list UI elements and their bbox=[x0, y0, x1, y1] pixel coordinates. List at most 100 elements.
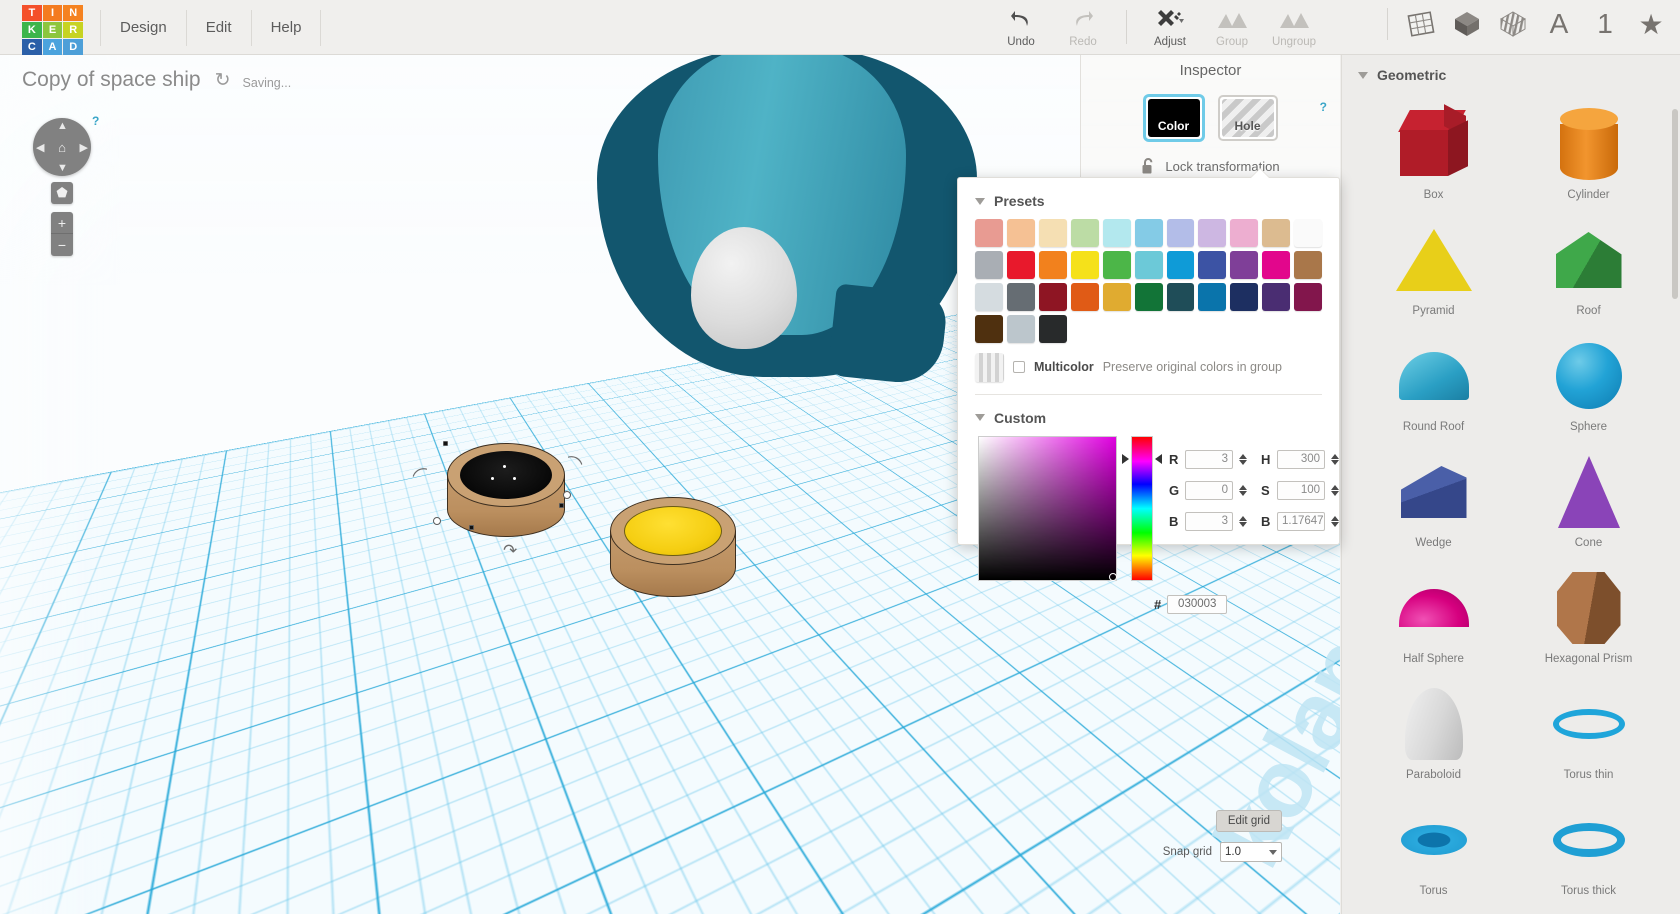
group-button[interactable]: Group bbox=[1201, 4, 1263, 48]
shape-item-box[interactable]: Box bbox=[1356, 91, 1511, 203]
shape-item-hexagonal-prism[interactable]: Hexagonal Prism bbox=[1511, 555, 1666, 667]
shape-item-paraboloid[interactable]: Paraboloid bbox=[1356, 671, 1511, 783]
preset-swatch-0-7[interactable] bbox=[1198, 219, 1227, 247]
custom-collapse-icon[interactable] bbox=[975, 414, 985, 422]
preset-swatch-0-1[interactable] bbox=[1006, 219, 1035, 247]
preset-swatch-2-1[interactable] bbox=[1070, 282, 1099, 311]
fit-all-button[interactable]: ⬟ bbox=[51, 182, 73, 204]
blue-stepper[interactable] bbox=[1239, 515, 1247, 527]
preset-swatch-0-3[interactable] bbox=[1070, 219, 1099, 247]
preset-swatch-2-5[interactable] bbox=[1198, 282, 1227, 311]
preset-swatch-1-11[interactable] bbox=[1006, 282, 1035, 311]
preset-swatch-0-0[interactable] bbox=[975, 219, 1003, 247]
preset-swatch-1-0[interactable] bbox=[1006, 250, 1035, 279]
snap-grid-select[interactable]: 1.0 bbox=[1220, 842, 1282, 862]
striped-cube-icon[interactable] bbox=[1496, 6, 1530, 42]
preset-swatch-1-2[interactable] bbox=[1070, 250, 1099, 279]
shape-item-round-roof[interactable]: Round Roof bbox=[1356, 323, 1511, 435]
preset-swatch-2-8[interactable] bbox=[1294, 282, 1323, 311]
preset-swatch-1-10[interactable] bbox=[975, 282, 1003, 311]
shape-item-cylinder[interactable]: Cylinder bbox=[1511, 91, 1666, 203]
adjust-button[interactable]: Adjust bbox=[1139, 4, 1201, 48]
zoom-out-button[interactable]: − bbox=[51, 234, 73, 256]
solid-cube-icon[interactable] bbox=[1450, 6, 1484, 42]
saturation-cursor[interactable] bbox=[1109, 572, 1117, 581]
text-A-icon[interactable]: A bbox=[1542, 6, 1576, 42]
sync-icon[interactable]: ↻ bbox=[215, 69, 231, 92]
selected-barrel-object[interactable]: ⌒ ⌒ ↷ bbox=[410, 441, 585, 560]
blue-input[interactable]: 3 bbox=[1185, 511, 1233, 531]
shape-item-torus-thin[interactable]: Torus thin bbox=[1511, 671, 1666, 783]
preset-swatch-2-6[interactable] bbox=[1230, 282, 1259, 311]
multicolor-swatch[interactable] bbox=[975, 352, 1004, 382]
preset-swatch-2-9[interactable] bbox=[975, 314, 1003, 343]
preset-swatch-0-8[interactable] bbox=[1230, 219, 1259, 247]
preset-swatch-0-4[interactable] bbox=[1102, 219, 1131, 247]
zoom-in-button[interactable]: + bbox=[51, 212, 73, 234]
saturation-stepper[interactable] bbox=[1331, 484, 1339, 496]
preset-swatch-2-2[interactable] bbox=[1102, 282, 1131, 311]
presets-header[interactable]: Presets bbox=[958, 178, 1339, 209]
resize-handle-left[interactable] bbox=[433, 517, 441, 525]
saturation-value-field[interactable] bbox=[978, 435, 1118, 581]
preset-swatch-0-6[interactable] bbox=[1166, 219, 1195, 247]
preset-swatch-1-4[interactable] bbox=[1134, 250, 1163, 279]
menu-design[interactable]: Design bbox=[100, 9, 187, 46]
shape-item-roof[interactable]: Roof bbox=[1511, 207, 1666, 319]
shapes-scrollbar[interactable] bbox=[1672, 109, 1678, 299]
canvas-help-icon[interactable]: ? bbox=[92, 114, 99, 128]
shape-item-wedge[interactable]: Wedge bbox=[1356, 439, 1511, 551]
preset-swatch-1-6[interactable] bbox=[1198, 250, 1227, 279]
green-input[interactable]: 0 bbox=[1185, 480, 1233, 500]
yellow-barrel-object[interactable] bbox=[610, 497, 736, 609]
preset-swatch-1-9[interactable] bbox=[1294, 250, 1323, 279]
shapes-collapse-icon[interactable] bbox=[1358, 71, 1368, 79]
lock-transformation-row[interactable]: Lock transformation bbox=[1081, 157, 1340, 175]
preset-swatch-1-1[interactable] bbox=[1038, 250, 1067, 279]
preset-swatch-2-10[interactable] bbox=[1006, 314, 1035, 343]
preset-swatch-0-11[interactable] bbox=[975, 250, 1003, 279]
tinkercad-logo[interactable]: T I N K E R C A D bbox=[22, 5, 84, 55]
preset-swatch-1-7[interactable] bbox=[1230, 250, 1259, 279]
preset-swatch-0-2[interactable] bbox=[1038, 219, 1067, 247]
shape-item-cone[interactable]: Cone bbox=[1511, 439, 1666, 551]
shape-item-pyramid[interactable]: Pyramid bbox=[1356, 207, 1511, 319]
brightness-stepper[interactable] bbox=[1331, 515, 1339, 527]
selection-handle-tl[interactable] bbox=[443, 441, 448, 446]
workplane-icon[interactable] bbox=[1404, 6, 1438, 42]
edit-grid-button[interactable]: Edit grid bbox=[1215, 810, 1282, 832]
green-stepper[interactable] bbox=[1239, 484, 1247, 496]
preset-swatch-2-11[interactable] bbox=[1038, 314, 1067, 343]
presets-collapse-icon[interactable] bbox=[975, 197, 985, 205]
color-swatch-button[interactable]: Color bbox=[1143, 95, 1204, 141]
saturation-input[interactable]: 100 bbox=[1277, 480, 1325, 500]
shape-item-torus[interactable]: Torus bbox=[1356, 787, 1511, 899]
brightness-input[interactable]: 1.17647 bbox=[1277, 511, 1325, 531]
hue-stepper[interactable] bbox=[1331, 453, 1339, 465]
menu-edit[interactable]: Edit bbox=[187, 9, 252, 46]
preset-swatch-2-7[interactable] bbox=[1262, 282, 1291, 311]
view-home-icon[interactable]: ⌂ bbox=[53, 138, 71, 156]
rotate-handle-bottom[interactable]: ↷ bbox=[503, 541, 517, 561]
shapes-section-header[interactable]: Geometric bbox=[1342, 55, 1680, 83]
hue-slider[interactable] bbox=[1122, 435, 1162, 581]
shape-item-sphere[interactable]: Sphere bbox=[1511, 323, 1666, 435]
selection-handle-bl[interactable] bbox=[469, 525, 474, 530]
shape-item-torus-thick[interactable]: Torus thick bbox=[1511, 787, 1666, 899]
hole-swatch-button[interactable]: Hole bbox=[1217, 95, 1278, 141]
view-arrow-up[interactable]: ▲ bbox=[57, 120, 68, 132]
preset-swatch-1-3[interactable] bbox=[1102, 250, 1131, 279]
number-1-icon[interactable]: 1 bbox=[1588, 6, 1622, 42]
menu-help[interactable]: Help bbox=[252, 9, 322, 46]
resize-handle-right[interactable] bbox=[563, 491, 571, 499]
inspector-help-icon[interactable]: ? bbox=[1320, 100, 1327, 114]
ungroup-button[interactable]: Ungroup bbox=[1263, 4, 1325, 48]
multicolor-checkbox[interactable] bbox=[1013, 361, 1025, 374]
hex-input[interactable]: 030003 bbox=[1167, 594, 1228, 614]
view-arrow-left[interactable]: ◀ bbox=[36, 141, 44, 154]
star-icon[interactable]: ★ bbox=[1634, 6, 1668, 42]
hue-input[interactable]: 300 bbox=[1277, 449, 1325, 469]
preset-swatch-1-5[interactable] bbox=[1166, 250, 1195, 279]
preset-swatch-0-10[interactable] bbox=[1294, 219, 1323, 247]
undo-button[interactable]: Undo bbox=[990, 4, 1052, 48]
